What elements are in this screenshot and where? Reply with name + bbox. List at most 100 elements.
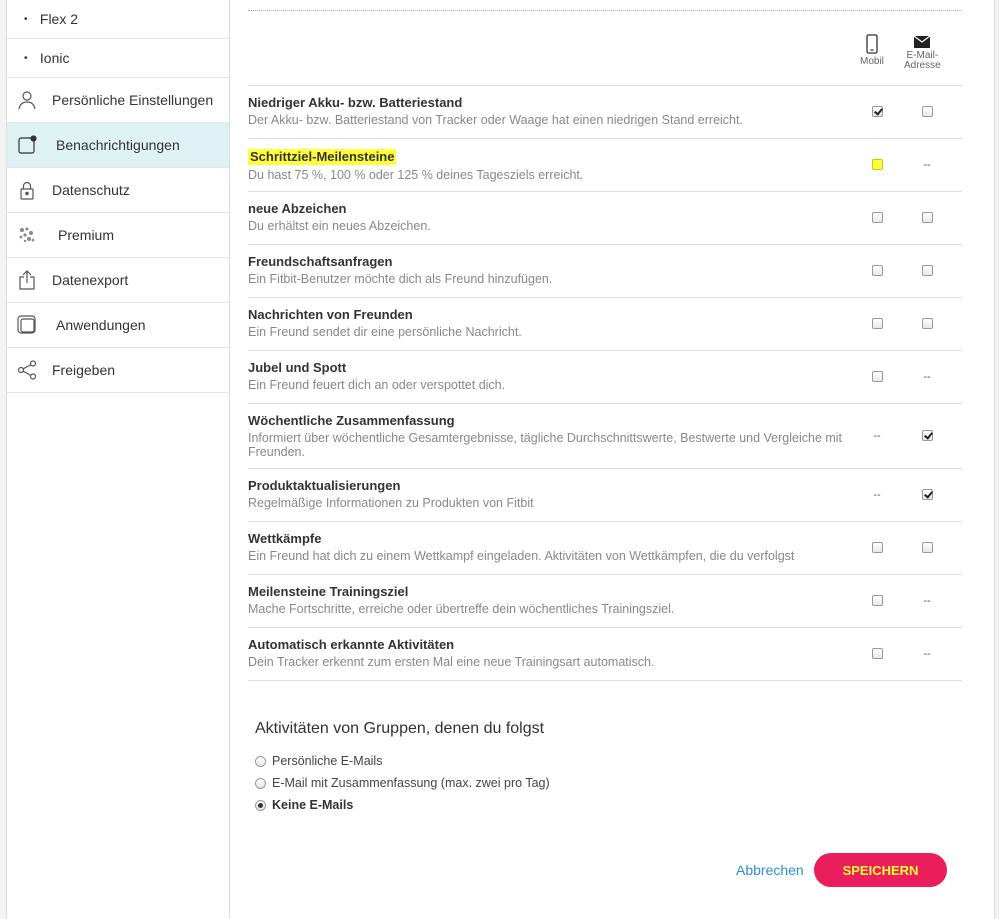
sidebar-item-label: Anwendungen: [56, 317, 146, 333]
lock-icon: [16, 179, 38, 201]
mobile-checkbox[interactable]: [871, 265, 883, 276]
dash-text: --: [873, 430, 881, 442]
notification-description: Ein Freund hat dich zu einem Wettkampf e…: [248, 549, 795, 563]
save-label: SPEICHERN: [842, 862, 919, 878]
sidebar-item-apps[interactable]: Anwendungen: [7, 303, 229, 348]
email-checkbox[interactable]: [921, 318, 933, 329]
notification-row: neue Abzeichen Du erhältst ein neues Abze…: [248, 191, 962, 244]
mobile-not-available: --: [870, 429, 884, 443]
email-checkbox[interactable]: [921, 542, 933, 553]
mobile-cell: [870, 370, 884, 384]
notification-row: Wöchentliche Zusammenfassung Informiert ü…: [248, 403, 962, 468]
column-header-mobile: Mobil: [860, 34, 884, 67]
mobile-cell: [870, 594, 884, 608]
column-header-email: E-Mail- Adresse: [904, 36, 941, 71]
mobile-cell: [870, 317, 884, 331]
mobile-checkbox[interactable]: [871, 318, 883, 329]
sidebar-item-data-export[interactable]: Datenexport: [7, 258, 229, 303]
notification-description: Der Akku- bzw. Batteriestand von Tracker…: [248, 113, 743, 127]
sidebar-item-premium[interactable]: Premium: [7, 213, 229, 258]
dash-text: --: [923, 595, 931, 607]
bullet: •: [24, 53, 28, 65]
radio-option-summary-email[interactable]: E-Mail mit Zusammenfassung (max. zwei pr…: [255, 772, 550, 794]
sidebar-item-label: Premium: [58, 227, 115, 243]
notification-description: Dein Tracker erkennt zum ersten Mal eine…: [248, 655, 655, 669]
dash-text: --: [923, 371, 931, 383]
notification-row: Nachrichten von Freunden Ein Freund sende…: [248, 297, 962, 350]
mobile-checkbox[interactable]: [871, 212, 883, 223]
mobile-cell: [870, 647, 884, 661]
sidebar-item-share[interactable]: Freigeben: [7, 348, 229, 393]
notification-description: Mache Fortschritte, erreiche oder übertr…: [248, 602, 675, 616]
envelope-icon: [914, 36, 931, 48]
email-cell: [920, 264, 934, 278]
email-not-available: --: [920, 647, 934, 661]
radio-option-personal-emails[interactable]: Persönliche E-Mails: [255, 750, 550, 772]
notification-title: Schrittziel-Meilensteine: [248, 149, 397, 165]
notification-title: Meilensteine Trainingsziel: [248, 584, 409, 599]
notification-description: Ein Freund sendet dir eine persönliche N…: [248, 325, 522, 339]
radio-label: E-Mail mit Zusammenfassung (max. zwei pr…: [272, 776, 550, 790]
email-cell: [920, 488, 934, 502]
column-label: Adresse: [904, 60, 941, 71]
mobile-cell: [870, 541, 884, 555]
sidebar-item-label: Datenschutz: [52, 182, 130, 198]
cancel-link[interactable]: Abbrechen: [736, 862, 804, 878]
sidebar-item-notifications[interactable]: Benachrichtigungen: [7, 123, 229, 168]
mobile-cell: [870, 105, 884, 119]
mobile-checkbox[interactable]: [871, 106, 883, 117]
notification-row: Automatisch erkannte Aktivitäten Dein Tra…: [248, 627, 962, 681]
sidebar-item-label: Freigeben: [52, 362, 116, 378]
notification-row: Freundschaftsanfragen Ein Fitbit-Benutzer…: [248, 244, 962, 297]
notification-row: Wettkämpfe Ein Freund hat dich zu einem W…: [248, 521, 962, 574]
radio-button[interactable]: [255, 777, 266, 789]
notification-description: Regelmäßige Informationen zu Produkten v…: [248, 496, 534, 510]
device-label: Flex 2: [39, 11, 79, 27]
email-checkbox[interactable]: [921, 265, 933, 276]
notification-title: Niedriger Akku- bzw. Batteriestand: [248, 95, 463, 110]
notification-row: Jubel und Spott Ein Freund feuert dich an…: [248, 350, 962, 403]
sidebar-device-flex2[interactable]: • Flex 2: [7, 0, 229, 39]
email-checkbox[interactable]: [921, 489, 933, 500]
dash-text: --: [923, 648, 931, 660]
mobile-checkbox[interactable]: [871, 542, 883, 553]
user-icon: [16, 89, 38, 111]
email-checkbox[interactable]: [921, 430, 933, 441]
sidebar-item-personal-settings[interactable]: Persönliche Einstellungen: [7, 78, 229, 123]
mobile-checkbox[interactable]: [871, 595, 883, 606]
notification-title: Wettkämpfe: [248, 531, 322, 546]
sidebar-item-label: Persönliche Einstellungen: [52, 92, 214, 108]
sidebar-device-ionic[interactable]: • Ionic: [7, 39, 229, 78]
email-cell: [920, 211, 934, 225]
sidebar-item-label: Datenexport: [52, 272, 129, 288]
notification-description: Du hast 75 %, 100 % oder 125 % deines Ta…: [248, 168, 584, 182]
email-not-available: --: [920, 370, 934, 384]
apps-icon: [16, 314, 38, 336]
email-checkbox[interactable]: [921, 212, 933, 223]
notification-title: neue Abzeichen: [248, 201, 347, 216]
radio-option-no-emails[interactable]: Keine E-Mails: [255, 794, 550, 816]
email-cell: [920, 317, 934, 331]
notification-title: Nachrichten von Freunden: [248, 307, 413, 322]
notification-title: Jubel und Spott: [248, 360, 347, 375]
dash-text: --: [923, 159, 931, 171]
save-button[interactable]: SPEICHERN: [814, 853, 947, 887]
mobile-cell: [870, 211, 884, 225]
mobile-not-available: --: [870, 488, 884, 502]
notification-row: Schrittziel-Meilensteine Du hast 75 %, 10…: [248, 138, 962, 191]
share-icon: [16, 359, 38, 381]
notification-title: Automatisch erkannte Aktivitäten: [248, 637, 455, 652]
notification-title: Wöchentliche Zusammenfassung: [248, 413, 455, 428]
radio-label: Keine E-Mails: [272, 798, 354, 812]
mobile-checkbox[interactable]: [871, 371, 883, 382]
notification-row: Niedriger Akku- bzw. Batteriestand Der Ak…: [248, 85, 962, 138]
mobile-checkbox[interactable]: [871, 159, 883, 170]
divider: [248, 10, 962, 11]
sidebar-item-privacy[interactable]: Datenschutz: [7, 168, 229, 213]
mobile-checkbox[interactable]: [871, 648, 883, 659]
radio-button[interactable]: [255, 755, 266, 767]
email-cell: [920, 429, 934, 443]
export-icon: [16, 269, 38, 291]
radio-button[interactable]: [255, 799, 266, 811]
email-checkbox[interactable]: [921, 106, 933, 117]
